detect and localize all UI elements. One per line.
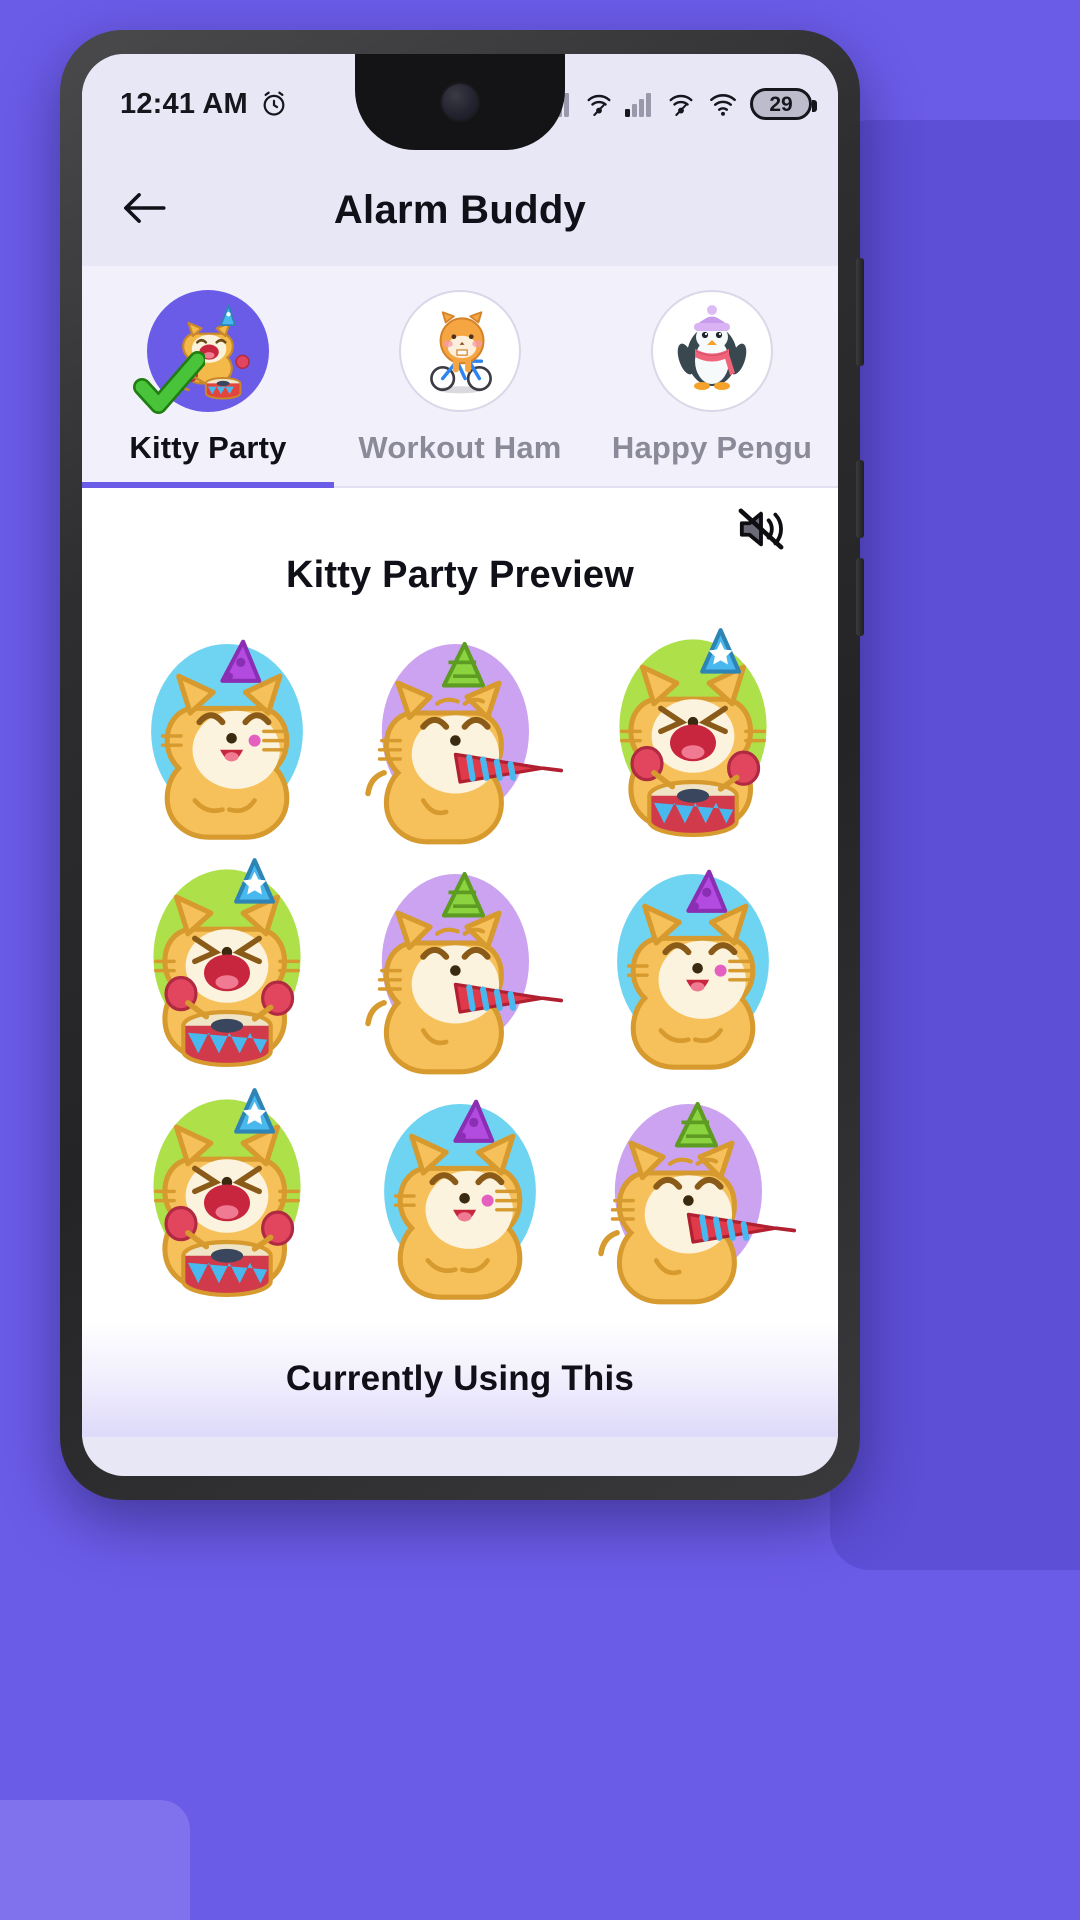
status-time: 12:41 AM — [120, 87, 248, 120]
kitty-drum-sticker[interactable] — [112, 851, 342, 1081]
kitty-wave-sticker[interactable] — [578, 851, 808, 1081]
sticker-grid — [82, 597, 838, 1321]
kitty-blower-sticker[interactable] — [578, 1081, 808, 1311]
preview-panel: Kitty Party Preview Currently Using This — [82, 488, 838, 1437]
kitty-wave-sticker[interactable] — [112, 621, 342, 851]
tab-label: Kitty Party — [129, 430, 287, 465]
kitty-blower-sticker[interactable] — [345, 851, 575, 1081]
mute-row — [82, 488, 838, 560]
wifi-icon — [707, 90, 739, 118]
power-button[interactable] — [856, 258, 864, 366]
tab-kitty-party[interactable]: Kitty Party — [82, 266, 334, 488]
alarm-clock-icon — [260, 90, 288, 118]
tab-avatar-wrapper — [399, 290, 521, 412]
mute-toggle-button[interactable] — [732, 502, 790, 560]
tab-workout-ham[interactable]: Workout Ham — [334, 266, 586, 486]
kitty-drum-sticker[interactable] — [578, 621, 808, 851]
currently-using-label: Currently Using This — [285, 1359, 635, 1398]
hamster-bicycle-avatar — [399, 290, 521, 412]
tab-avatar-wrapper — [133, 290, 269, 414]
volume-off-icon — [736, 506, 786, 557]
back-button[interactable] — [116, 182, 172, 238]
phone-screen: 12:41 AM 29 Alarm Buddy Kitty Party Work… — [82, 54, 838, 1476]
tab-label: Workout Ham — [358, 430, 562, 465]
cellular-signal-icon — [625, 91, 655, 117]
tab-avatar-wrapper — [651, 290, 773, 412]
tab-label: Happy Pengu — [611, 430, 813, 465]
preview-title: Kitty Party Preview — [285, 554, 635, 596]
wifi-calling-icon — [584, 90, 614, 118]
back-arrow-icon — [121, 188, 167, 233]
phone-device-frame: 12:41 AM 29 Alarm Buddy Kitty Party Work… — [60, 30, 864, 1500]
page-title: Alarm Buddy — [333, 187, 587, 232]
kitty-wave-sticker[interactable] — [345, 1081, 575, 1311]
buddy-tab-bar: Kitty Party Workout Ham Happy Pengu — [82, 266, 838, 488]
kitty-blower-sticker[interactable] — [345, 621, 575, 851]
status-bar-left: 12:41 AM — [120, 88, 288, 121]
wifi-calling-icon — [666, 90, 696, 118]
app-bar: Alarm Buddy — [82, 154, 838, 266]
volume-down-button[interactable] — [856, 558, 864, 636]
display-notch — [355, 54, 565, 150]
penguin-scarf-avatar — [651, 290, 773, 412]
tab-happy-pengu[interactable]: Happy Pengu — [586, 266, 838, 486]
kitty-drum-sticker[interactable] — [112, 1081, 342, 1311]
front-camera-icon — [442, 84, 478, 120]
wallpaper-shade-bottom — [0, 1800, 190, 1920]
battery-indicator: 29 — [750, 88, 817, 120]
kitty-drummer-avatar — [147, 290, 269, 412]
wallpaper-shade-right — [830, 120, 1080, 1570]
currently-using-banner[interactable]: Currently Using This — [82, 1321, 838, 1437]
volume-up-button[interactable] — [856, 460, 864, 538]
battery-level-label: 29 — [769, 92, 793, 116]
